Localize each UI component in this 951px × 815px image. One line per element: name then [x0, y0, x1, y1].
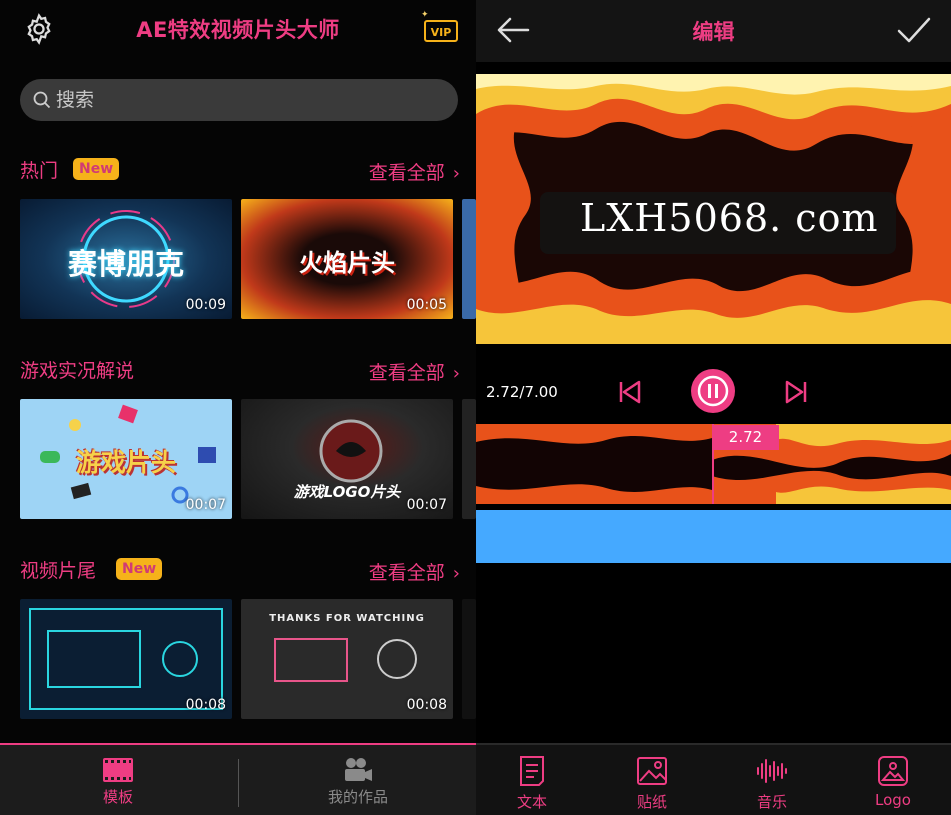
- template-card[interactable]: 赛博朋克 00:09: [20, 199, 232, 319]
- template-card[interactable]: 游戏片头 00:07: [20, 399, 232, 519]
- svg-text:✦: ✦: [421, 10, 429, 20]
- film-icon: [103, 758, 133, 782]
- tool-label: 文本: [516, 793, 547, 811]
- bottom-nav: 模板 我的作品: [0, 743, 476, 815]
- skip-previous-icon[interactable]: [608, 370, 652, 414]
- check-icon[interactable]: [894, 12, 932, 48]
- section-title: 视频片尾: [20, 560, 97, 582]
- duration-label: 00:07: [406, 497, 447, 513]
- see-all-link[interactable]: 查看全部 ›: [369, 158, 460, 185]
- tool-label: 音乐: [756, 793, 787, 811]
- vip-label: VIP: [431, 26, 452, 39]
- sticker-icon: [637, 757, 667, 785]
- music-wave-icon: [757, 759, 787, 783]
- see-all-label: 查看全部: [368, 162, 445, 184]
- see-all-label: 查看全部: [368, 562, 445, 584]
- search-bar[interactable]: [20, 79, 458, 121]
- template-caption: THANKS FOR WATCHING: [269, 613, 425, 624]
- time-readout: 2.72/7.00: [486, 383, 558, 401]
- pause-button[interactable]: [690, 368, 736, 414]
- chevron-right-icon: ›: [452, 563, 460, 584]
- nav-label: 模板: [102, 788, 133, 806]
- tool-music[interactable]: 音乐: [732, 755, 812, 812]
- nav-item-templates[interactable]: 模板: [58, 757, 178, 807]
- watermark-text: LXH5068. com: [580, 196, 879, 240]
- section-title: 热门: [20, 160, 59, 182]
- template-card-partial[interactable]: [462, 199, 476, 319]
- section-title: 游戏实况解说: [20, 360, 135, 382]
- tool-label: 贴纸: [636, 793, 667, 811]
- template-card[interactable]: THANKS FOR WATCHING 00:08: [241, 599, 453, 719]
- search-icon: [33, 91, 51, 109]
- edit-top-bar: 编辑: [476, 0, 951, 62]
- edit-toolbar: 文本 贴纸 音乐 Logo: [476, 743, 951, 815]
- vip-icon[interactable]: ✦ VIP: [421, 8, 459, 44]
- template-card[interactable]: 游戏LOGO片头 00:07: [241, 399, 453, 519]
- tool-logo[interactable]: Logo: [853, 755, 933, 809]
- template-card[interactable]: 00:08: [20, 599, 232, 719]
- nav-item-my-works[interactable]: 我的作品: [298, 757, 418, 807]
- template-row-outro: 00:08 THANKS FOR WATCHING 00:08: [20, 599, 476, 719]
- duration-label: 00:09: [185, 297, 226, 313]
- logo-icon: [878, 756, 908, 786]
- chevron-right-icon: ›: [452, 363, 460, 384]
- text-icon: [520, 756, 544, 786]
- duration-label: 00:05: [406, 297, 447, 313]
- see-all-link[interactable]: 查看全部 ›: [369, 558, 460, 585]
- new-badge: New: [116, 558, 163, 580]
- app-title: AE特效视频片头大师: [136, 18, 340, 42]
- playhead-time-tag: 2.72: [712, 425, 779, 450]
- nav-divider: [238, 759, 239, 807]
- chevron-right-icon: ›: [452, 163, 460, 184]
- tool-sticker[interactable]: 贴纸: [612, 755, 692, 812]
- template-card-partial[interactable]: [462, 599, 476, 719]
- section-header-outro: 视频片尾 New 查看全部 ›: [20, 556, 460, 586]
- edit-title: 编辑: [692, 20, 735, 44]
- nav-label: 我的作品: [327, 788, 388, 806]
- template-row-gaming: 游戏片头 00:07 游戏LOGO片头 00:07: [20, 399, 476, 519]
- template-card[interactable]: 火焰片头 00:05: [241, 199, 453, 319]
- tool-label: Logo: [875, 791, 911, 809]
- template-caption: 赛博朋克: [67, 247, 184, 281]
- see-all-link[interactable]: 查看全部 ›: [369, 358, 460, 385]
- template-caption: 火焰片头: [299, 249, 395, 277]
- edit-screen: 编辑 LXH5068. com 2.72/7.00 2.72 文本 贴纸 音乐 …: [476, 0, 951, 815]
- template-card-partial[interactable]: [462, 399, 476, 519]
- see-all-label: 查看全部: [368, 362, 445, 384]
- tool-text[interactable]: 文本: [492, 755, 572, 812]
- duration-label: 00:08: [406, 697, 447, 713]
- template-caption: 游戏片头: [75, 448, 176, 477]
- section-header-gaming: 游戏实况解说 查看全部 ›: [20, 356, 460, 386]
- template-screen: AE特效视频片头大师 ✦ VIP 热门 New 查看全部 › 赛博朋克 00:09…: [0, 0, 476, 815]
- video-camera-icon: [345, 758, 372, 781]
- skip-next-icon[interactable]: [774, 370, 818, 414]
- duration-label: 00:08: [185, 697, 226, 713]
- new-badge: New: [73, 158, 120, 180]
- section-header-hot: 热门 New 查看全部 ›: [20, 156, 460, 186]
- music-track[interactable]: [476, 510, 951, 563]
- template-row-hot: 赛博朋克 00:09 火焰片头 00:05: [20, 199, 476, 319]
- duration-label: 00:07: [185, 497, 226, 513]
- search-input[interactable]: [56, 89, 436, 111]
